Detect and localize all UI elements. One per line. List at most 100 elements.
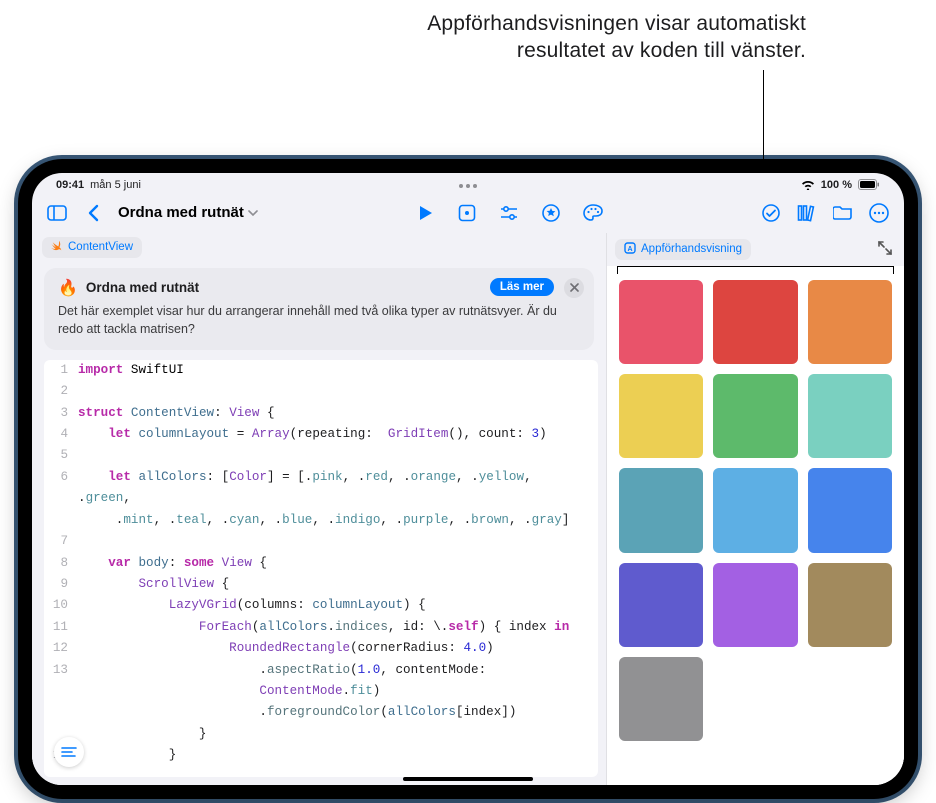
palette-icon[interactable] — [582, 202, 604, 224]
line-number: 8 — [44, 553, 78, 574]
color-swatch — [808, 280, 892, 364]
code-line[interactable]: 3struct ContentView: View { — [44, 403, 598, 424]
code-text[interactable]: ForEach(allColors.indices, id: \.self) {… — [78, 617, 598, 638]
code-text[interactable] — [78, 445, 598, 466]
file-tab[interactable]: ContentView — [42, 237, 142, 258]
line-number — [44, 681, 78, 702]
run-icon[interactable] — [414, 202, 436, 224]
annotation-caption: Appförhandsvisningen visar automatiskt r… — [0, 0, 936, 65]
format-icon — [61, 746, 77, 758]
code-line[interactable]: .mint, .teal, .cyan, .blue, .indigo, .pu… — [44, 510, 598, 531]
intro-card-title: Ordna med rutnät — [86, 280, 199, 295]
folder-icon[interactable] — [832, 202, 854, 224]
multitasking-dots[interactable] — [459, 182, 477, 188]
status-bar: 09:41 mån 5 juni 100 % — [32, 173, 904, 193]
checkmark-circle-icon[interactable] — [760, 202, 782, 224]
code-line[interactable]: 1import SwiftUI — [44, 360, 598, 381]
project-title[interactable]: Ordna med rutnät — [118, 204, 258, 221]
code-line[interactable]: .foregroundColor(allColors[index]) — [44, 702, 598, 723]
line-number: 10 — [44, 595, 78, 616]
color-swatch — [619, 468, 703, 552]
code-line[interactable]: 13 .aspectRatio(1.0, contentMode: — [44, 660, 598, 681]
code-text[interactable]: } — [78, 745, 598, 766]
color-swatch — [808, 374, 892, 458]
code-line[interactable]: 16 } — [44, 745, 598, 766]
swift-icon — [51, 240, 63, 255]
close-intro-button[interactable] — [564, 278, 584, 298]
code-line[interactable]: 7 — [44, 531, 598, 552]
color-swatch — [619, 280, 703, 364]
line-number: 6 — [44, 467, 78, 510]
code-line[interactable]: 11 ForEach(allColors.indices, id: \.self… — [44, 617, 598, 638]
library-icon[interactable] — [796, 202, 818, 224]
color-swatch — [713, 374, 797, 458]
code-line[interactable]: 5 — [44, 445, 598, 466]
code-text[interactable]: } — [78, 724, 598, 745]
code-text[interactable] — [78, 531, 598, 552]
color-swatch — [619, 374, 703, 458]
annotation-bracket — [617, 266, 894, 274]
ipad-device-frame: 09:41 mån 5 juni 100 % — [18, 159, 918, 799]
code-text[interactable]: let columnLayout = Array(repeating: Grid… — [78, 424, 598, 445]
code-text[interactable]: let allColors: [Color] = [.pink, .red, .… — [78, 467, 598, 510]
wifi-icon — [801, 179, 815, 190]
code-line[interactable]: ContentMode.fit) — [44, 681, 598, 702]
step-icon[interactable] — [456, 202, 478, 224]
settings-sliders-icon[interactable] — [498, 202, 520, 224]
svg-text:A: A — [627, 246, 632, 253]
sidebar-toggle-icon[interactable] — [46, 202, 68, 224]
code-text[interactable]: var body: some View { — [78, 553, 598, 574]
code-line[interactable]: } — [44, 724, 598, 745]
code-line[interactable]: 10 LazyVGrid(columns: columnLayout) { — [44, 595, 598, 616]
intro-card-description: Det här exemplet visar hur du arrangerar… — [58, 302, 580, 338]
format-button[interactable] — [54, 737, 84, 767]
line-number: 7 — [44, 531, 78, 552]
read-more-button[interactable]: Läs mer — [490, 278, 554, 296]
color-swatch — [808, 563, 892, 647]
status-time: 09:41 — [56, 179, 84, 191]
expand-preview-icon[interactable] — [874, 237, 896, 262]
line-number: 11 — [44, 617, 78, 638]
chevron-down-icon — [248, 210, 258, 216]
code-text[interactable]: RoundedRectangle(cornerRadius: 4.0) — [78, 638, 598, 659]
line-number: 12 — [44, 638, 78, 659]
more-icon[interactable] — [868, 202, 890, 224]
line-number: 1 — [44, 360, 78, 381]
code-text[interactable]: .foregroundColor(allColors[index]) — [78, 702, 598, 723]
line-number: 5 — [44, 445, 78, 466]
code-text[interactable]: .mint, .teal, .cyan, .blue, .indigo, .pu… — [78, 510, 598, 531]
code-editor[interactable]: 1import SwiftUI23struct ContentView: Vie… — [44, 360, 598, 777]
line-number — [44, 510, 78, 531]
code-line[interactable]: 8 var body: some View { — [44, 553, 598, 574]
code-text[interactable]: ContentMode.fit) — [78, 681, 598, 702]
code-text[interactable] — [78, 381, 598, 402]
star-circle-icon[interactable] — [540, 202, 562, 224]
preview-tab[interactable]: A Appförhandsvisning — [615, 239, 751, 260]
back-icon[interactable] — [82, 202, 104, 224]
color-swatch — [808, 468, 892, 552]
code-line[interactable]: 4 let columnLayout = Array(repeating: Gr… — [44, 424, 598, 445]
code-text[interactable]: ScrollView { — [78, 574, 598, 595]
color-swatch — [619, 563, 703, 647]
status-date: mån 5 juni — [90, 179, 141, 191]
line-number: 3 — [44, 403, 78, 424]
line-number: 2 — [44, 381, 78, 402]
home-indicator[interactable] — [403, 777, 533, 781]
code-line[interactable]: 9 ScrollView { — [44, 574, 598, 595]
code-text[interactable]: .aspectRatio(1.0, contentMode: — [78, 660, 598, 681]
code-line[interactable]: 2 — [44, 381, 598, 402]
toolbar: Ordna med rutnät — [32, 193, 904, 233]
color-swatch — [619, 657, 703, 741]
close-icon — [570, 283, 579, 292]
code-text[interactable]: import SwiftUI — [78, 360, 598, 381]
line-number: 4 — [44, 424, 78, 445]
code-text[interactable]: LazyVGrid(columns: columnLayout) { — [78, 595, 598, 616]
preview-tab-label: Appförhandsvisning — [641, 243, 742, 255]
code-line[interactable]: 6 let allColors: [Color] = [.pink, .red,… — [44, 467, 598, 510]
code-text[interactable]: struct ContentView: View { — [78, 403, 598, 424]
line-number: 9 — [44, 574, 78, 595]
flame-icon: 🔥 — [58, 278, 78, 298]
code-line[interactable]: 12 RoundedRectangle(cornerRadius: 4.0) — [44, 638, 598, 659]
app-icon: A — [624, 242, 636, 257]
color-swatch — [713, 468, 797, 552]
